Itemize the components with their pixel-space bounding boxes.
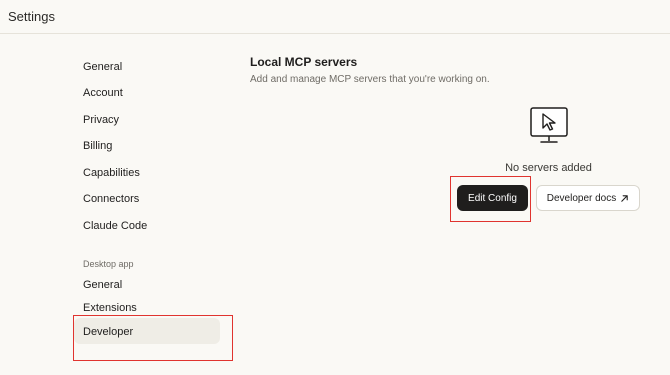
sidebar-item-privacy[interactable]: Privacy xyxy=(83,114,119,126)
sidebar-item-account[interactable]: Account xyxy=(83,87,123,99)
desktop-app-section-label: Desktop app xyxy=(83,259,134,269)
sidebar-item-general[interactable]: General xyxy=(83,61,122,73)
empty-state-text: No servers added xyxy=(505,162,592,174)
page-title: Settings xyxy=(8,9,55,24)
sidebar-item-connectors[interactable]: Connectors xyxy=(83,193,139,205)
edit-config-label: Edit Config xyxy=(468,192,517,204)
edit-config-button[interactable]: Edit Config xyxy=(457,185,528,211)
arrow-up-right-icon xyxy=(621,194,628,202)
sidebar-item-capabilities[interactable]: Capabilities xyxy=(83,167,140,179)
sidebar-item-billing[interactable]: Billing xyxy=(83,140,112,152)
top-bar: Settings xyxy=(0,0,670,34)
monitor-cursor-icon xyxy=(530,107,568,143)
developer-docs-button[interactable]: Developer docs xyxy=(536,185,640,211)
developer-docs-label: Developer docs xyxy=(546,192,617,204)
section-title: Local MCP servers xyxy=(250,55,358,69)
section-subtitle: Add and manage MCP servers that you're w… xyxy=(250,74,490,85)
sidebar-item-claude-code[interactable]: Claude Code xyxy=(83,220,147,232)
sidebar-item-desktop-general[interactable]: General xyxy=(83,279,122,291)
sidebar-item-developer[interactable]: Developer xyxy=(83,326,133,338)
sidebar-item-extensions[interactable]: Extensions xyxy=(83,302,137,314)
